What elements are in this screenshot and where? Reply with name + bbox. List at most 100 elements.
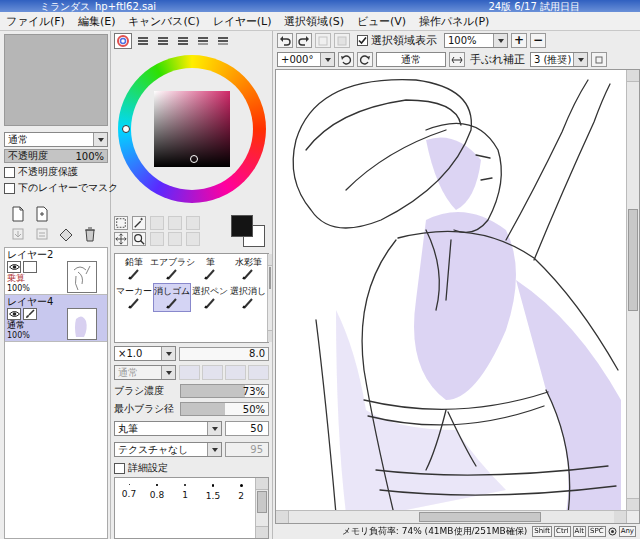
layer-option-checkbox[interactable]: 下のレイヤーでマスク [4,181,108,195]
menu-item[interactable]: レイヤー(L) [213,14,272,29]
tool-icon [241,297,255,309]
rect-select-icon[interactable] [114,216,128,230]
color-swatches[interactable] [231,215,265,247]
tool-button[interactable]: 選択ペン [191,283,229,312]
status-bar: メモリ負荷率: 74% (41MB使用/251MB確保) Shift Ctrl … [275,524,640,539]
edge-shape-button[interactable] [202,365,223,380]
tool-icon [203,297,217,309]
saturation-value-square[interactable] [154,91,230,167]
size-preset[interactable]: 0.8 [143,484,171,500]
flip-button[interactable] [449,52,465,67]
color-slider-icon [197,35,209,47]
deselect-button[interactable] [315,33,331,48]
trash-icon[interactable] [82,226,98,242]
menu-bar: ファイル(F) 編集(E) キャンバス(C) レイヤー(L) 選択領域(S) ビュー(V)… [0,12,640,31]
deselect-icon [317,35,329,47]
brush-blend-dropdown[interactable]: 通常 [114,365,176,380]
color-mode-button[interactable] [154,33,172,49]
modifier-key-indicator: Alt [573,526,586,537]
zoom-out-button[interactable]: − [530,33,546,48]
advanced-settings-checkbox[interactable]: 詳細設定 [114,461,269,475]
view-blend-dropdown[interactable]: 通常 [376,52,446,67]
size-scrollbar[interactable] [255,478,268,538]
size-preset[interactable]: 1.5 [199,484,227,501]
menu-item[interactable]: 編集(E) [78,14,116,29]
sai-window: ミランダス_hp+ftl62.sai 24版 6/17 試用日目 ファイル(F)… [0,0,640,539]
merge-down-icon[interactable] [34,226,50,242]
tool-button[interactable]: 筆 [191,254,229,283]
new-layer-set-icon[interactable] [34,206,50,222]
zoom-dropdown[interactable]: 100% [444,33,508,48]
color-mode-button[interactable] [194,33,212,49]
menu-item[interactable]: 操作パネル(P) [419,14,489,29]
tool-scrollbar[interactable] [267,254,272,342]
layer-option-checkbox[interactable]: 不透明度保護 [4,165,108,179]
clear-layer-icon[interactable] [58,226,74,242]
edit-target-toggle[interactable] [23,308,37,320]
layer-opacity: 100% [7,284,37,293]
drawing-canvas[interactable] [276,70,626,510]
layer-thumbnail [67,308,97,340]
eye-icon [9,310,20,318]
layer-item[interactable]: レイヤー4 通常 100% [5,295,107,342]
brush-slider[interactable]: 73% [180,384,269,398]
size-preset[interactable]: 2 [227,484,255,501]
edit-target-toggle[interactable] [23,261,37,273]
tool-button[interactable]: エアブラシ [153,254,191,283]
move-icon[interactable] [114,232,128,246]
layer-item[interactable]: レイヤー2 乗算 100% [5,248,107,295]
brush-slider-row: 最小ブラシ径 50% [114,401,269,417]
visibility-toggle[interactable] [7,261,21,273]
stabilizer-option-button[interactable] [591,52,607,67]
navigator-preview[interactable] [4,34,108,126]
edge-shape-button[interactable] [225,365,246,380]
brush-size-slider[interactable]: 8.0 [179,347,269,361]
color-mode-button[interactable] [214,33,232,49]
visibility-toggle[interactable] [7,308,21,320]
zoom-in-button[interactable]: + [511,33,527,48]
show-selection-checkbox[interactable]: 選択領域表示 [357,33,437,48]
color-mode-button[interactable] [134,33,152,49]
size-preset[interactable]: 0.7 [115,484,143,499]
layer-opacity-slider[interactable]: 不透明度 100% [4,149,108,163]
tool-button[interactable]: マーカー [115,283,153,312]
edge-shape-button[interactable] [179,365,200,380]
magic-wand-icon[interactable] [132,216,146,230]
modifier-key-indicator: Ctrl [554,526,570,537]
menu-item[interactable]: キャンバス(C) [128,14,199,29]
rotation-dropdown[interactable]: +000° [277,52,335,67]
edge-shape-button[interactable] [248,365,269,380]
brush-slider[interactable]: 50% [180,402,269,416]
tool-button[interactable]: 鉛筆 [115,254,153,283]
undo-button[interactable] [277,33,293,48]
texture-amount[interactable]: 95 [225,442,269,457]
menu-item[interactable]: ビュー(V) [357,14,406,29]
rotate-right-button[interactable] [357,52,373,67]
color-mode-button[interactable] [114,33,132,49]
texture-dropdown[interactable]: テクスチャなし [114,442,222,457]
invert-selection-button[interactable] [334,33,350,48]
transfer-down-icon[interactable] [10,226,26,242]
stabilizer-dropdown[interactable]: 3 (推奨) [530,52,588,67]
tool-button[interactable]: 消しゴム [153,283,191,312]
zoom-icon[interactable] [132,232,146,246]
size-scale-dropdown[interactable]: ×1.0 [114,346,176,361]
layer-blend-dropdown[interactable]: 通常 [4,132,108,147]
canvas-horizontal-scrollbar[interactable] [276,510,639,523]
menu-item[interactable]: 選択領域(S) [284,14,344,29]
color-wheel[interactable] [118,55,266,203]
menu-item[interactable]: ファイル(F) [6,14,65,29]
color-mode-button[interactable] [174,33,192,49]
brush-shape-dropdown[interactable]: 丸筆 [114,421,222,436]
tool-button[interactable]: 選択消し [229,283,267,312]
shape-amount[interactable]: 50 [225,421,269,436]
rotate-left-button[interactable] [338,52,354,67]
tool-button[interactable]: 水彩筆 [229,254,267,283]
eye-icon [9,263,20,271]
redo-button[interactable] [296,33,312,48]
foreground-color[interactable] [231,215,253,237]
size-preset[interactable]: 1 [171,484,199,500]
canvas-vertical-scrollbar[interactable] [626,70,639,510]
rotate-left-icon [340,54,352,66]
new-layer-icon[interactable] [10,206,26,222]
